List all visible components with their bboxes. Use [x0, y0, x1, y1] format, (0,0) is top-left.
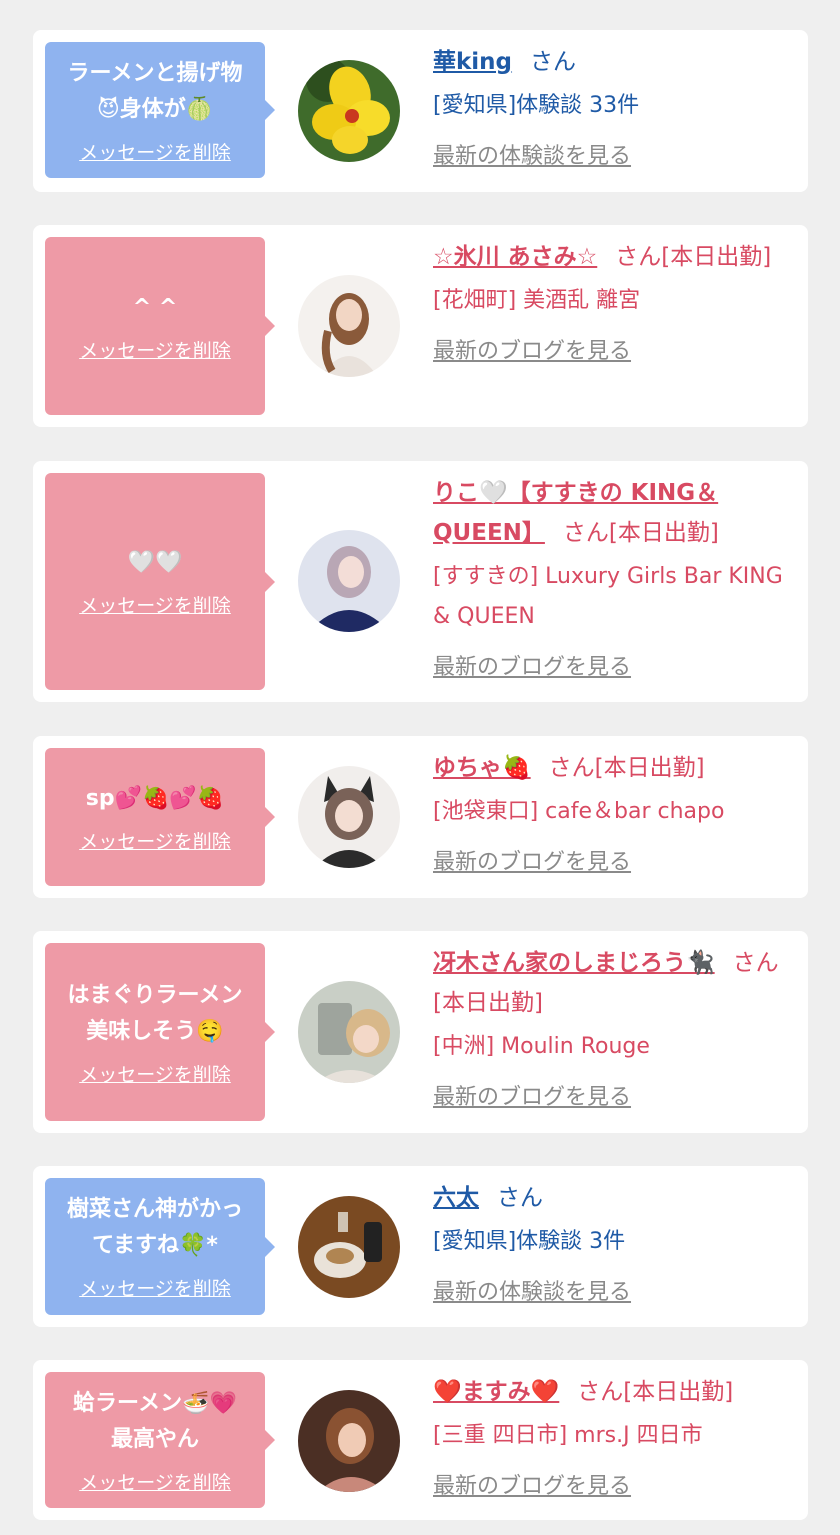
message-text: 樹菜さん神がかっ てますね🍀* — [66, 1197, 243, 1258]
delete-message-link[interactable]: メッセージを削除 — [79, 1274, 231, 1301]
message-text: sp💕🍓💕🍓 — [85, 785, 225, 811]
avatar[interactable] — [298, 1390, 400, 1492]
avatar[interactable] — [298, 60, 400, 162]
latest-link[interactable]: 最新のブログを見る — [433, 333, 631, 365]
sender-location: [池袋東口] cafe＆bar chapo — [433, 799, 725, 824]
avatar[interactable] — [298, 530, 400, 632]
avatar[interactable] — [298, 1196, 400, 1298]
sender-suffix: さん[本日出勤] — [577, 1379, 734, 1405]
sender-location: [中洲] Moulin Rouge — [433, 1034, 650, 1059]
latest-link[interactable]: 最新のブログを見る — [433, 1468, 631, 1500]
message-text: ラーメンと揚げ物 😈身体が🍈 — [67, 60, 243, 122]
sender-info: 冴木さん家のしまじろう🐈‍⬛ さん[本日出勤] [中洲] Moulin Rouge… — [433, 943, 788, 1111]
message-card: ラーメンと揚げ物 😈身体が🍈 メッセージを削除 華king さん [愛知県]体験談… — [33, 30, 808, 192]
message-card: 蛤ラーメン🍜💗 最高やん メッセージを削除 ❤️ますみ❤️ さん[本日出勤] [三… — [33, 1360, 808, 1520]
message-bubble: はまぐりラーメン 美味しそう🤤 メッセージを削除 — [45, 943, 275, 1121]
avatar[interactable] — [298, 981, 400, 1083]
message-card: はまぐりラーメン 美味しそう🤤 メッセージを削除 冴木さん家のしまじろう🐈‍⬛ さ… — [33, 931, 808, 1133]
sender-name-link[interactable]: ゆちゃ🍓 — [433, 755, 531, 781]
sender-location: [愛知県]体験談 3件 — [433, 1229, 626, 1254]
delete-message-link[interactable]: メッセージを削除 — [79, 336, 231, 363]
latest-link[interactable]: 最新のブログを見る — [433, 1079, 631, 1111]
sender-name-link[interactable]: ☆氷川 あさみ☆ — [433, 244, 597, 270]
delete-message-link[interactable]: メッセージを削除 — [79, 138, 231, 165]
message-text: 蛤ラーメン🍜💗 最高やん — [73, 1390, 237, 1452]
message-card: 樹菜さん神がかっ てますね🍀* メッセージを削除 六太 さん [愛知県]体験談 3… — [33, 1166, 808, 1327]
message-card: ^ ^ メッセージを削除 ☆氷川 あさみ☆ さん[本日出勤] [花畑町] 美酒乱 … — [33, 225, 808, 427]
sender-suffix: さん[本日出勤] — [562, 520, 719, 546]
message-bubble: 🤍🤍 メッセージを削除 — [45, 473, 275, 690]
sender-location: [愛知県]体験談 33件 — [433, 93, 640, 118]
delete-message-link[interactable]: メッセージを削除 — [79, 827, 231, 854]
message-list: ラーメンと揚げ物 😈身体が🍈 メッセージを削除 華king さん [愛知県]体験談… — [0, 0, 840, 1535]
sender-info: 六太 さん [愛知県]体験談 3件 最新の体験談を見る — [433, 1178, 788, 1306]
message-text: ^ ^ — [132, 294, 178, 320]
message-bubble: ^ ^ メッセージを削除 — [45, 237, 275, 415]
sender-info: りこ🤍【すすきの KING＆QUEEN】 さん[本日出勤] [すすきの] Luxu… — [433, 473, 788, 681]
avatar[interactable] — [298, 275, 400, 377]
sender-suffix: さん — [530, 49, 577, 75]
message-text: はまぐりラーメン 美味しそう🤤 — [67, 982, 243, 1044]
sender-name-link[interactable]: 冴木さん家のしまじろう🐈‍⬛ — [433, 950, 715, 976]
delete-message-link[interactable]: メッセージを削除 — [79, 1060, 231, 1087]
message-text: 🤍🤍 — [127, 550, 183, 575]
sender-name-link[interactable]: 六太 — [433, 1185, 479, 1211]
latest-link[interactable]: 最新の体験談を見る — [433, 1274, 631, 1306]
message-card: 🤍🤍 メッセージを削除 りこ🤍【すすきの KING＆QUEEN】 さん[本日出勤]… — [33, 461, 808, 702]
sender-name-link[interactable]: ❤️ますみ❤️ — [433, 1379, 559, 1405]
sender-info: ゆちゃ🍓 さん[本日出勤] [池袋東口] cafe＆bar chapo 最新のブロ… — [433, 748, 788, 876]
latest-link[interactable]: 最新の体験談を見る — [433, 138, 631, 170]
sender-name-link[interactable]: 華king — [433, 49, 512, 75]
message-bubble: 蛤ラーメン🍜💗 最高やん メッセージを削除 — [45, 1372, 275, 1508]
sender-suffix: さん[本日出勤] — [615, 244, 772, 270]
sender-info: ☆氷川 あさみ☆ さん[本日出勤] [花畑町] 美酒乱 離宮 最新のブログを見る — [433, 237, 788, 365]
message-bubble: ラーメンと揚げ物 😈身体が🍈 メッセージを削除 — [45, 42, 275, 178]
delete-message-link[interactable]: メッセージを削除 — [79, 1468, 231, 1495]
sender-location: [すすきの] Luxury Girls Bar KING & QUEEN — [433, 564, 783, 629]
sender-location: [花畑町] 美酒乱 離宮 — [433, 288, 641, 313]
sender-info: ❤️ますみ❤️ さん[本日出勤] [三重 四日市] mrs.J 四日市 最新のブロ… — [433, 1372, 788, 1500]
sender-suffix: さん[本日出勤] — [548, 755, 705, 781]
avatar[interactable] — [298, 766, 400, 868]
sender-suffix: さん — [497, 1185, 543, 1211]
delete-message-link[interactable]: メッセージを削除 — [79, 591, 231, 618]
message-bubble: 樹菜さん神がかっ てますね🍀* メッセージを削除 — [45, 1178, 275, 1315]
latest-link[interactable]: 最新のブログを見る — [433, 844, 631, 876]
latest-link[interactable]: 最新のブログを見る — [433, 649, 631, 681]
sender-location: [三重 四日市] mrs.J 四日市 — [433, 1423, 703, 1448]
message-bubble: sp💕🍓💕🍓 メッセージを削除 — [45, 748, 275, 886]
sender-info: 華king さん [愛知県]体験談 33件 最新の体験談を見る — [433, 42, 788, 170]
message-card: sp💕🍓💕🍓 メッセージを削除 ゆちゃ🍓 さん[本日出勤] [池袋東口] cafe… — [33, 736, 808, 898]
